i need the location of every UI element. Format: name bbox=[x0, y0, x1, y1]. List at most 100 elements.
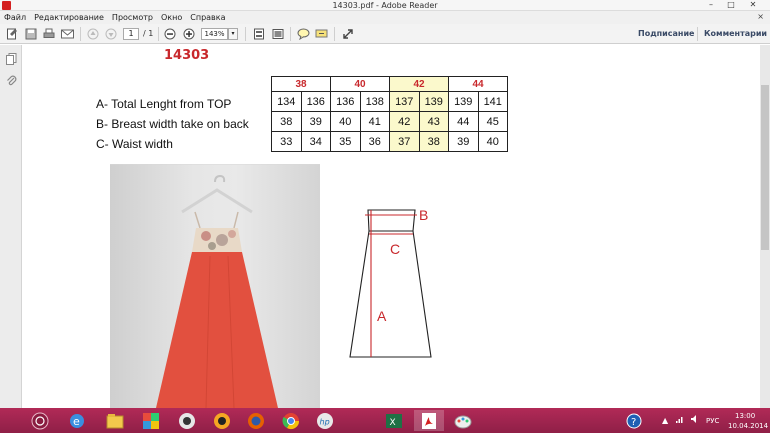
read-mode-icon[interactable] bbox=[271, 27, 285, 41]
menu-view[interactable]: Просмотр bbox=[112, 13, 153, 22]
start-icon[interactable] bbox=[25, 410, 55, 431]
toolbar-separator bbox=[80, 27, 81, 41]
table-row: 33 34 35 36 37 38 39 40 bbox=[271, 131, 508, 152]
diagram-label-c: C bbox=[390, 241, 400, 257]
svg-text:hp: hp bbox=[320, 417, 330, 426]
previous-page-icon[interactable] bbox=[86, 27, 100, 41]
page-total: / 1 bbox=[143, 29, 154, 38]
size-header-highlighted: 42 bbox=[389, 76, 449, 92]
size-header: 38 bbox=[271, 76, 331, 92]
table-cell: 39 bbox=[448, 131, 479, 152]
table-cell: 43 bbox=[418, 111, 449, 132]
table-cell: 40 bbox=[477, 131, 508, 152]
close-button[interactable]: ✕ bbox=[744, 0, 762, 11]
minimize-button[interactable]: – bbox=[702, 0, 720, 11]
table-cell: 39 bbox=[300, 111, 331, 132]
tray-arrow-icon[interactable]: ▲ bbox=[662, 416, 668, 425]
aimp-player-icon[interactable] bbox=[207, 410, 237, 431]
attachments-icon[interactable] bbox=[5, 75, 17, 87]
clock-date[interactable]: 10.04.2014 bbox=[728, 422, 768, 430]
toolbar-separator bbox=[290, 27, 291, 41]
ie-icon[interactable]: e bbox=[62, 410, 92, 431]
table-cell: 136 bbox=[330, 91, 361, 112]
explorer-icon[interactable] bbox=[100, 410, 130, 431]
scrollbar-thumb[interactable] bbox=[761, 85, 769, 250]
table-cell: 139 bbox=[448, 91, 479, 112]
clock-time[interactable]: 13:00 bbox=[735, 412, 755, 420]
language-indicator[interactable]: РУС bbox=[706, 417, 719, 425]
zoom-level-input[interactable]: 143% bbox=[201, 28, 228, 40]
table-cell: 138 bbox=[359, 91, 390, 112]
media-icon[interactable] bbox=[136, 410, 166, 431]
zoom-dropdown[interactable]: ▾ bbox=[228, 28, 238, 40]
save-icon[interactable] bbox=[24, 27, 38, 41]
diagram-label-b: B bbox=[419, 207, 428, 223]
table-cell: 40 bbox=[330, 111, 361, 132]
print-icon[interactable] bbox=[42, 27, 56, 41]
menu-file[interactable]: Файл bbox=[4, 13, 26, 22]
create-pdf-icon[interactable] bbox=[5, 27, 19, 41]
table-cell: 139 bbox=[418, 91, 449, 112]
table-cell: 42 bbox=[389, 111, 420, 132]
window-title: 14303.pdf - Adobe Reader bbox=[332, 1, 438, 10]
menu-window[interactable]: Окно bbox=[161, 13, 182, 22]
table-cell: 45 bbox=[477, 111, 508, 132]
size-header: 40 bbox=[330, 76, 390, 92]
menu-edit[interactable]: Редактирование bbox=[34, 13, 104, 22]
table-row: 38 39 40 41 42 43 44 45 bbox=[271, 111, 508, 132]
network-icon[interactable] bbox=[675, 414, 685, 426]
sign-tab[interactable]: Подписание bbox=[638, 28, 694, 40]
comment-icon[interactable] bbox=[296, 27, 310, 41]
taskbar: e hp X ? ▲ РУС 13:00 10.04.2014 bbox=[0, 408, 770, 433]
fit-page-icon[interactable] bbox=[252, 27, 266, 41]
table-cell: 33 bbox=[271, 131, 302, 152]
toolbar-separator bbox=[245, 27, 246, 41]
page-thumbnails-icon[interactable] bbox=[5, 53, 17, 65]
table-cell: 38 bbox=[418, 131, 449, 152]
table-cell: 35 bbox=[330, 131, 361, 152]
svg-text:?: ? bbox=[631, 417, 636, 428]
hp-icon[interactable]: hp bbox=[310, 410, 340, 431]
table-row: 134 136 136 138 137 139 139 141 bbox=[271, 91, 508, 112]
diagram-label-a: A bbox=[377, 308, 387, 324]
measurement-label-a: A- Total Lenght from TOP bbox=[96, 97, 232, 111]
svg-text:e: e bbox=[73, 415, 80, 428]
menu-help[interactable]: Справка bbox=[190, 13, 225, 22]
page-number-input[interactable]: 1 bbox=[123, 28, 139, 40]
paint-icon[interactable] bbox=[448, 410, 478, 431]
table-cell: 134 bbox=[271, 91, 302, 112]
volume-icon[interactable] bbox=[690, 414, 700, 426]
comments-tab[interactable]: Комментарии bbox=[704, 28, 767, 40]
table-cell: 136 bbox=[300, 91, 331, 112]
document-page: 14303 A- Total Lenght from TOP B- Breast… bbox=[23, 45, 760, 408]
toolbar-separator bbox=[158, 27, 159, 41]
expand-icon[interactable] bbox=[341, 27, 355, 41]
size-header: 44 bbox=[448, 76, 508, 92]
table-cell: 34 bbox=[300, 131, 331, 152]
table-cell: 38 bbox=[271, 111, 302, 132]
help-icon[interactable]: ? bbox=[619, 410, 649, 431]
excel-icon[interactable]: X bbox=[379, 410, 409, 431]
menu-bar: Файл Редактирование Просмотр Окно Справк… bbox=[0, 11, 770, 24]
firefox-icon[interactable] bbox=[241, 410, 271, 431]
aimp-icon[interactable] bbox=[172, 410, 202, 431]
highlight-icon[interactable] bbox=[314, 27, 328, 41]
maximize-button[interactable]: □ bbox=[722, 0, 740, 11]
table-cell: 37 bbox=[389, 131, 420, 152]
email-icon[interactable] bbox=[60, 27, 74, 41]
model-number: 14303 bbox=[164, 48, 210, 63]
toolbar-separator bbox=[334, 27, 335, 41]
vertical-scrollbar[interactable] bbox=[760, 45, 770, 408]
chrome-icon[interactable] bbox=[276, 410, 306, 431]
dress-photo bbox=[110, 164, 320, 408]
table-cell: 141 bbox=[477, 91, 508, 112]
next-page-icon[interactable] bbox=[104, 27, 118, 41]
zoom-out-icon[interactable] bbox=[163, 27, 177, 41]
title-bar: 14303.pdf - Adobe Reader – □ ✕ bbox=[0, 0, 770, 11]
menu-close-button[interactable]: × bbox=[757, 12, 764, 21]
zoom-in-icon[interactable] bbox=[182, 27, 196, 41]
acrobat-icon[interactable] bbox=[414, 410, 444, 431]
measurement-labels: A- Total Lenght from TOP B- Breast width… bbox=[96, 94, 249, 154]
measurement-label-b: B- Breast width take on back bbox=[96, 117, 249, 131]
table-cell: 44 bbox=[448, 111, 479, 132]
